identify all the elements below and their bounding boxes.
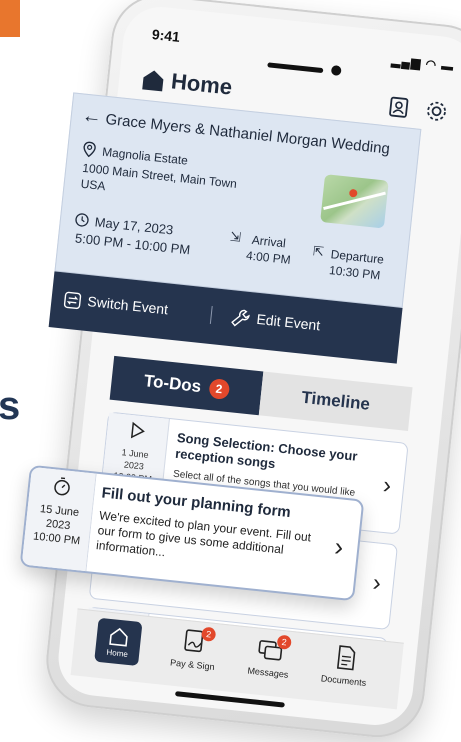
tab-timeline-label: Timeline bbox=[300, 387, 371, 414]
arrival-car-icon: ⇲ bbox=[229, 228, 242, 245]
contact-card-icon[interactable] bbox=[387, 95, 411, 119]
arrival-label: Arrival bbox=[251, 232, 287, 251]
map-pin-icon bbox=[348, 188, 358, 198]
departure-car-icon: ⇱ bbox=[312, 243, 325, 260]
nav-item-home[interactable]: Home bbox=[86, 617, 150, 667]
clock-icon bbox=[75, 213, 89, 227]
nav-label-documents: Documents bbox=[320, 673, 367, 688]
map-thumbnail[interactable] bbox=[320, 174, 389, 229]
tab-todos[interactable]: To-Dos 2 bbox=[109, 355, 264, 416]
nav-label-home: Home bbox=[106, 647, 129, 659]
play-icon bbox=[130, 421, 145, 439]
back-arrow-icon[interactable]: ← bbox=[81, 104, 103, 129]
orange-accent-block bbox=[0, 0, 20, 37]
event-details-panel: ← Grace Myers & Nathaniel Morgan Wedding… bbox=[54, 92, 422, 308]
switch-event-button[interactable]: Switch Event bbox=[87, 293, 169, 317]
event-card: ← Grace Myers & Nathaniel Morgan Wedding… bbox=[48, 92, 422, 364]
departure-time: 10:30 PM bbox=[328, 263, 381, 283]
action-divider bbox=[209, 305, 213, 324]
nav-item-messages[interactable]: 2 Messages bbox=[238, 633, 302, 681]
location-pin-icon bbox=[83, 141, 96, 158]
chevron-right-icon: › bbox=[381, 471, 393, 500]
wrench-icon bbox=[231, 309, 250, 327]
status-time: 9:41 bbox=[151, 26, 181, 45]
arrival-time: 4:00 PM bbox=[245, 248, 292, 267]
signal-wifi-battery-icon: ▂▄▆ ◠ ▬ bbox=[390, 53, 456, 74]
nav-label-pay-sign: Pay & Sign bbox=[169, 657, 216, 673]
event-address-line2: USA bbox=[80, 176, 107, 194]
todo-description: We're excited to plan your event. Fill o… bbox=[95, 508, 312, 560]
home-icon bbox=[142, 70, 164, 92]
home-outline-icon bbox=[109, 627, 128, 647]
documents-icon bbox=[336, 645, 356, 671]
event-time-range: 5:00 PM - 10:00 PM bbox=[74, 230, 191, 258]
nav-home-active-box: Home bbox=[94, 617, 143, 667]
nav-item-documents[interactable]: Documents bbox=[313, 641, 377, 689]
pay-sign-badge: 2 bbox=[200, 626, 217, 642]
nav-label-messages: Messages bbox=[247, 665, 289, 680]
todos-count-badge: 2 bbox=[207, 378, 230, 400]
switch-icon bbox=[63, 291, 82, 310]
chevron-right-icon: › bbox=[333, 531, 345, 562]
stopwatch-icon bbox=[54, 477, 70, 496]
chevron-right-icon: › bbox=[371, 569, 383, 597]
page-title: Home bbox=[169, 68, 234, 100]
tab-timeline[interactable]: Timeline bbox=[258, 371, 413, 431]
todo-date-column: 15 June 2023 10:00 PM bbox=[21, 466, 97, 572]
edit-event-button[interactable]: Edit Event bbox=[256, 311, 321, 334]
nav-item-pay-sign[interactable]: 2 Pay & Sign bbox=[162, 625, 226, 673]
settings-gear-icon[interactable] bbox=[424, 99, 448, 123]
tab-todos-label: To-Dos bbox=[143, 371, 203, 397]
background-text-fragment: s bbox=[0, 384, 21, 428]
messages-badge: 2 bbox=[276, 634, 292, 650]
